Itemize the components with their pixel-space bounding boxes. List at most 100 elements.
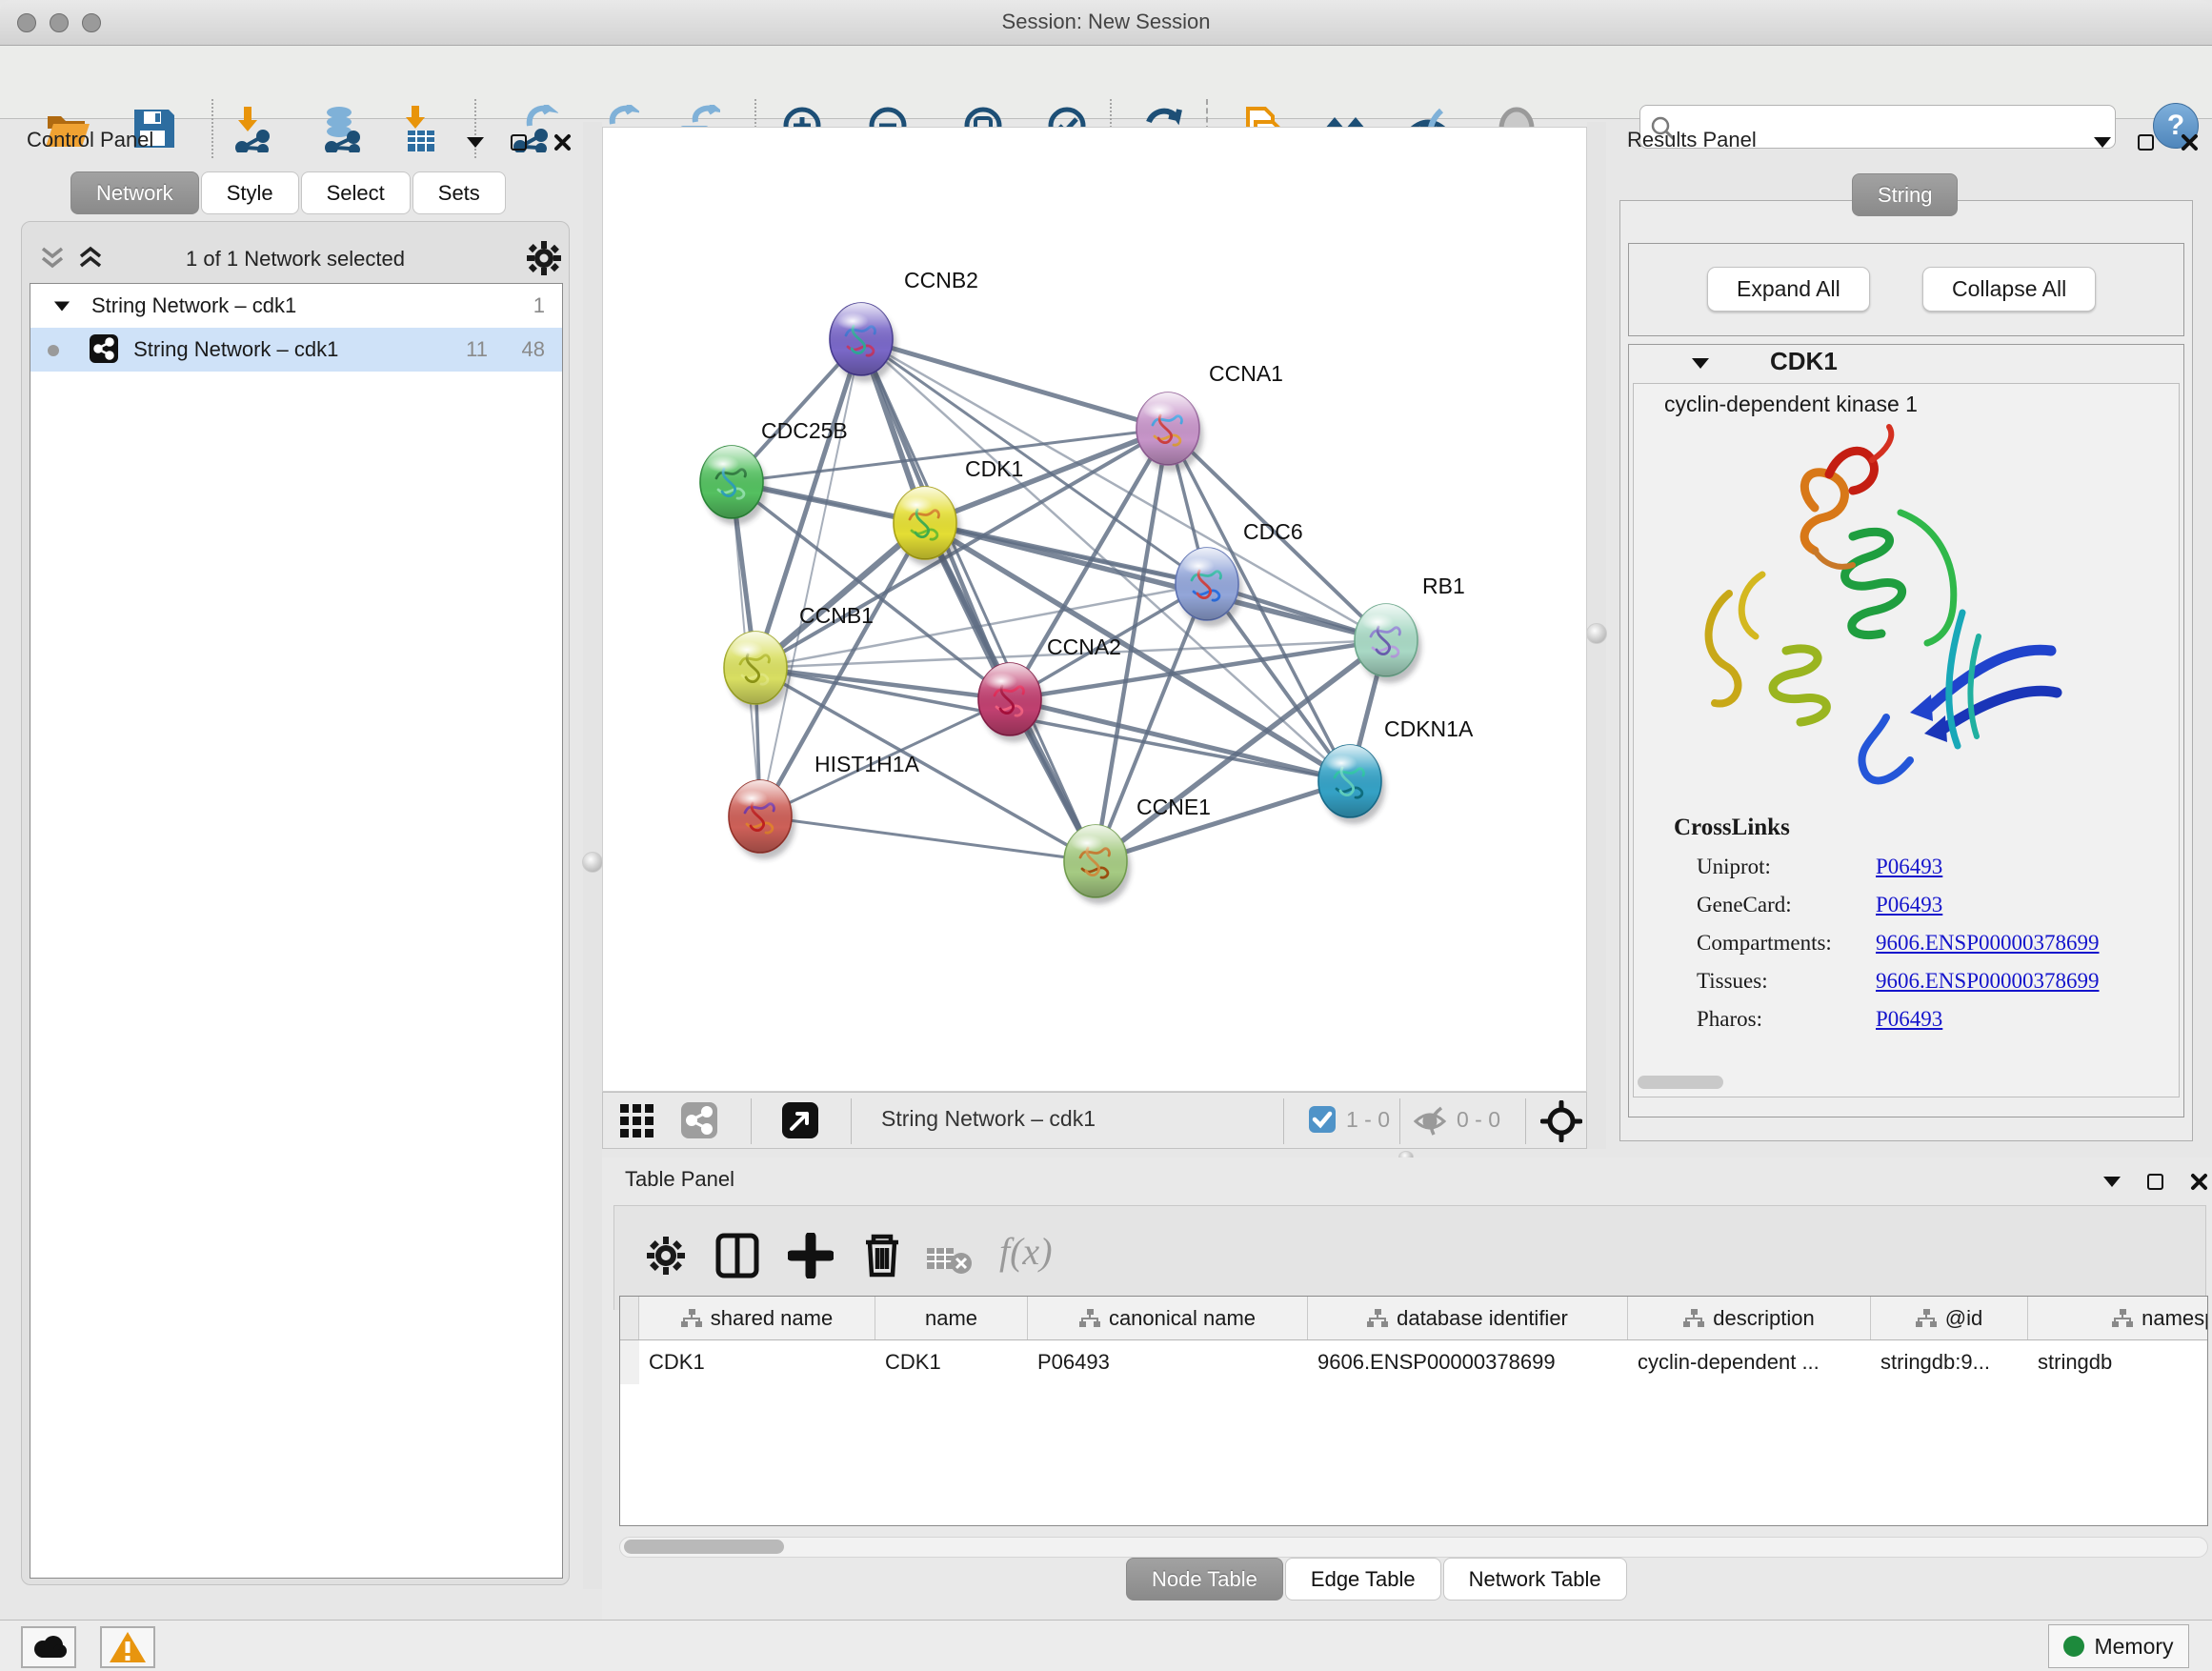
tab-node-table[interactable]: Node Table [1126, 1558, 1283, 1601]
string-network-graph[interactable]: CCNB2CCNA1CDC25BCDK1CDC6RB1CCNB1CCNA2CDK… [603, 128, 1586, 1091]
close-panel-icon[interactable] [2181, 133, 2199, 151]
results-panel-controls [2094, 133, 2199, 151]
network-view-title: String Network – cdk1 [881, 1106, 1096, 1132]
crosslinks-heading: CrossLinks [1674, 815, 2179, 841]
crosslink-row: Tissues: 9606.ENSP00000378699 [1697, 969, 2179, 994]
expand-all-button[interactable]: Expand All [1707, 267, 1870, 312]
collection-name: String Network – cdk1 [91, 284, 296, 328]
column-selector-icon[interactable] [715, 1233, 761, 1278]
separator [751, 1098, 752, 1144]
node-table[interactable]: shared namenamecanonical namedatabase id… [619, 1296, 2208, 1526]
memory-button[interactable]: Memory [2048, 1624, 2189, 1668]
node-label-CDC25B: CDC25B [761, 418, 848, 443]
node-label-RB1: RB1 [1422, 574, 1465, 598]
column-header-5[interactable]: @id [1871, 1297, 2028, 1339]
crosslink-label: Uniprot: [1697, 855, 1771, 878]
tab-select[interactable]: Select [301, 171, 411, 214]
protein-structure-image [1672, 422, 2072, 803]
tab-style[interactable]: Style [201, 171, 299, 214]
tab-sets[interactable]: Sets [412, 171, 506, 214]
network-view-toolbar: String Network – cdk1 1 - 0 0 - 0 [602, 1092, 1587, 1149]
table-cell[interactable]: CDK1 [875, 1340, 1028, 1384]
crosshair-icon[interactable] [1540, 1100, 1582, 1142]
crosslink-link[interactable]: P06493 [1876, 855, 1942, 879]
gene-details: cyclin-dependent kinase 1 [1633, 383, 2180, 1097]
table-cell[interactable]: stringdb:9... [1871, 1340, 2028, 1384]
network-node-CCNA1 [1136, 393, 1203, 472]
column-header-3[interactable]: database identifier [1308, 1297, 1628, 1339]
network-node-CDC6 [1176, 548, 1242, 627]
close-panel-icon[interactable] [2190, 1173, 2208, 1191]
network-node-CCNA2 [978, 663, 1045, 742]
collapse-panel-icon[interactable] [2094, 137, 2111, 148]
table-cell[interactable]: CDK1 [639, 1340, 875, 1384]
close-panel-icon[interactable] [553, 133, 572, 151]
tab-network[interactable]: Network [70, 171, 199, 214]
node-label-CCNB2: CCNB2 [904, 268, 978, 292]
table-cell[interactable]: stringdb [2028, 1340, 2208, 1384]
cloud-button[interactable] [21, 1626, 76, 1668]
collapse-panel-icon[interactable] [467, 137, 484, 148]
collapse-all-button[interactable]: Collapse All [1922, 267, 2096, 312]
float-panel-icon[interactable] [511, 134, 527, 151]
warning-button[interactable] [100, 1626, 155, 1668]
grid-view-icon[interactable] [620, 1104, 658, 1140]
network-row[interactable]: String Network – cdk1 11 48 [30, 328, 562, 372]
share-view-icon[interactable] [681, 1102, 717, 1138]
add-column-icon[interactable] [788, 1233, 834, 1278]
float-panel-icon[interactable] [2138, 134, 2154, 151]
gene-hscroll-thumb[interactable] [1638, 1076, 1723, 1089]
left-divider-grip[interactable] [582, 852, 603, 873]
function-builder-icon: f(x) [999, 1229, 1053, 1274]
gear-icon[interactable] [525, 239, 563, 277]
node-label-CCNE1: CCNE1 [1136, 795, 1211, 819]
column-header-1[interactable]: name [875, 1297, 1028, 1339]
float-panel-icon[interactable] [2147, 1174, 2163, 1190]
crosslink-label: GeneCard: [1697, 893, 1792, 916]
cloud-icon [30, 1634, 68, 1661]
crosslink-link[interactable]: P06493 [1876, 893, 1942, 917]
crosslink-link[interactable]: 9606.ENSP00000378699 [1876, 931, 2100, 956]
table-cell[interactable]: cyclin-dependent ... [1628, 1340, 1871, 1384]
row-gutter [620, 1297, 639, 1339]
gene-description: cyclin-dependent kinase 1 [1634, 384, 2179, 417]
network-node-CCNE1 [1064, 825, 1131, 904]
network-node-CCNB2 [830, 303, 896, 382]
expander-icon[interactable] [54, 302, 70, 312]
window-title: Session: New Session [0, 10, 2212, 34]
column-header-4[interactable]: description [1628, 1297, 1871, 1339]
network-node-count: 11 [466, 328, 488, 372]
tab-string[interactable]: String [1852, 173, 1958, 216]
network-share-icon [90, 334, 118, 363]
table-cell[interactable]: P06493 [1028, 1340, 1308, 1384]
tab-edge-table[interactable]: Edge Table [1285, 1558, 1441, 1601]
main-toolbar: ? [0, 46, 2212, 119]
table-row[interactable]: CDK1CDK1P064939606.ENSP00000378699cyclin… [620, 1340, 2207, 1384]
node-label-HIST1H1A: HIST1H1A [814, 752, 920, 776]
table-gear-icon[interactable] [645, 1235, 687, 1277]
network-status-dot [48, 345, 59, 356]
table-hscrollbar[interactable] [619, 1537, 2208, 1558]
right-divider-grip[interactable] [1586, 623, 1607, 644]
collapse-panel-icon[interactable] [2103, 1177, 2121, 1187]
column-header-6[interactable]: namespace [2028, 1297, 2208, 1339]
table-panel: Table Panel f(x) shared namenamecanonica… [602, 1158, 2212, 1620]
selected-checkbox[interactable] [1309, 1106, 1336, 1133]
crosslink-link[interactable]: P06493 [1876, 1007, 1942, 1032]
delete-column-icon[interactable] [860, 1231, 904, 1278]
crosslink-link[interactable]: 9606.ENSP00000378699 [1876, 969, 2100, 994]
gene-expander-icon[interactable] [1692, 358, 1709, 369]
table-hscroll-thumb[interactable] [624, 1540, 784, 1554]
network-canvas[interactable]: CCNB2CCNA1CDC25BCDK1CDC6RB1CCNB1CCNA2CDK… [602, 127, 1587, 1092]
column-header-2[interactable]: canonical name [1028, 1297, 1308, 1339]
column-header-0[interactable]: shared name [639, 1297, 875, 1339]
birdseye-view-icon[interactable] [782, 1102, 818, 1138]
crosslink-label: Tissues: [1697, 969, 1768, 993]
network-collection-row[interactable]: String Network – cdk1 1 [30, 284, 562, 328]
table-toolbar: f(x) [613, 1205, 2206, 1310]
node-label-CCNA1: CCNA1 [1209, 361, 1283, 386]
table-cell[interactable]: 9606.ENSP00000378699 [1308, 1340, 1628, 1384]
results-panel: Results Panel String Expand All Collapse… [1612, 122, 2204, 1149]
table-panel-title: Table Panel [625, 1167, 734, 1192]
tab-network-table[interactable]: Network Table [1443, 1558, 1627, 1601]
